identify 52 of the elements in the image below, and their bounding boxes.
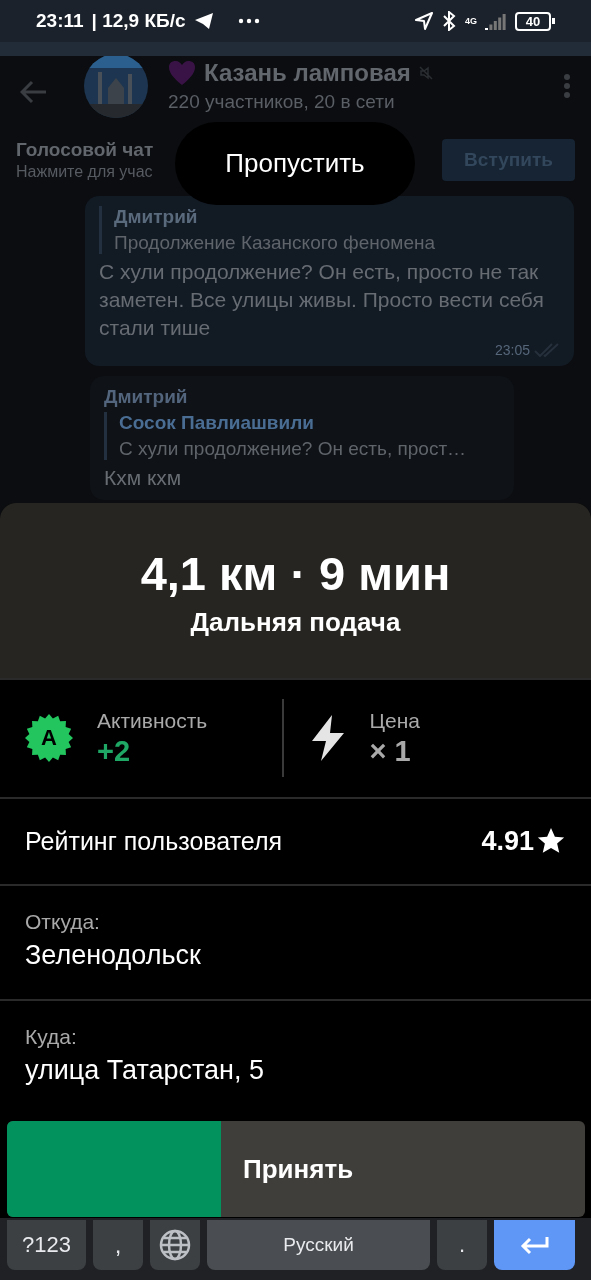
message-text: Кхм кхм <box>104 465 183 491</box>
voice-chat-hint: Нажмите для учас <box>16 163 153 181</box>
route-value: улица Татарстан, 5 <box>25 1055 266 1087</box>
quote-text: Продолжение Казанского феномена <box>114 232 436 254</box>
back-arrow-icon[interactable] <box>20 80 48 104</box>
battery-level: 40 <box>515 11 551 31</box>
language-key[interactable] <box>150 1220 200 1270</box>
voice-chat-title: Голосовой чат <box>16 139 154 161</box>
space-key[interactable]: Русский <box>207 1220 430 1270</box>
more-dots-icon <box>237 18 260 24</box>
route-label: Куда: <box>25 1025 78 1050</box>
signal-icon <box>485 12 507 30</box>
accept-button[interactable]: Принять <box>243 1121 354 1217</box>
rating-value: 4.91 <box>481 825 534 857</box>
enter-key[interactable] <box>494 1220 575 1270</box>
message-time: 23:05 <box>494 342 530 358</box>
stat-value: +2 <box>97 734 132 768</box>
stat-label: Цена <box>369 708 420 733</box>
message-author: Дмитрий <box>104 386 189 408</box>
skip-button[interactable]: Пропустить <box>175 122 415 205</box>
more-vertical-icon[interactable] <box>563 73 571 99</box>
stat-value: × 1 <box>369 734 412 768</box>
network-type: 4G <box>465 16 477 26</box>
message-text: С хули продолжение? Он есть, просто не так заметен. Все улицы живы. Просто вести себя стали тише <box>99 259 545 341</box>
enter-icon <box>519 1235 550 1255</box>
battery-tip-icon <box>552 18 555 24</box>
order-type: Дальняя подача <box>190 607 401 639</box>
lightning-icon <box>309 715 346 762</box>
comma-key[interactable]: , <box>93 1220 143 1270</box>
badge-letter: A <box>41 725 57 752</box>
rating-label: Рейтинг пользователя <box>25 826 284 856</box>
double-check-icon <box>534 343 560 357</box>
quote-author: Дмитрий <box>114 206 199 228</box>
stat-label: Активность <box>97 708 208 733</box>
route-value: Зеленодольск <box>25 939 202 971</box>
bluetooth-icon <box>441 11 457 31</box>
location-icon <box>415 12 433 30</box>
muted-icon <box>418 66 433 80</box>
symbols-key[interactable]: ?123 <box>7 1220 86 1270</box>
heart-icon <box>168 60 196 86</box>
distance-time: 4,1 км · 9 мин <box>140 546 451 602</box>
chat-subtitle: 220 участников, 20 в сети <box>168 91 396 113</box>
globe-icon <box>159 1229 191 1261</box>
quote-author: Сосок Павлиашвили <box>119 412 315 434</box>
route-label: Откуда: <box>25 909 101 934</box>
period-key[interactable]: . <box>437 1220 487 1270</box>
chat-title: Казань ламповая <box>204 59 411 87</box>
network-speed: | 12,9 КБ/с <box>91 10 186 32</box>
accept-slider[interactable]: Принять <box>7 1121 585 1217</box>
status-time: 23:11 <box>36 10 84 32</box>
paper-plane-icon <box>193 12 214 30</box>
quote-text: С хули продолжение? Он есть, прост… <box>119 438 468 460</box>
